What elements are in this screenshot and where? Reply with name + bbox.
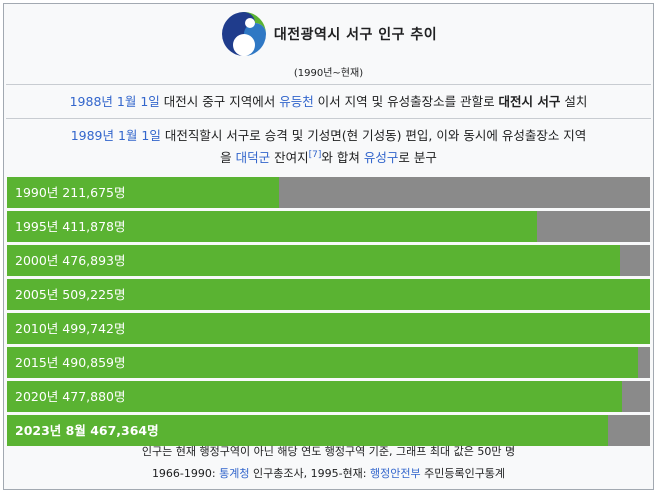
history-text: 설치	[560, 94, 588, 109]
link-daedeok-gun[interactable]: 대덕군	[236, 150, 271, 165]
history-text: 대전직할시 서구로 승격 및 기성면(현 기성동) 편입, 이와 동시에 유성출…	[160, 128, 587, 143]
link-statistics-korea[interactable]: 통계청	[219, 467, 249, 480]
bar-row: 2005년 509,225명	[7, 279, 650, 310]
page-title: 대전광역시 서구 인구 추이	[273, 27, 438, 43]
bar-label: 2010년 499,742명	[15, 321, 126, 336]
link-ministry-interior[interactable]: 행정안전부	[370, 467, 421, 480]
footnote-text: 인구총조사, 1995-현재:	[249, 467, 370, 480]
history-text: 와 합쳐	[321, 150, 364, 165]
divider	[6, 118, 651, 119]
bar-row: 2015년 490,859명	[7, 347, 650, 378]
title-row: 대전광역시 서구 인구 추이	[4, 4, 653, 64]
history-text: 을	[220, 150, 236, 165]
link-yudeungcheon[interactable]: 유등천	[279, 94, 314, 109]
history-text: 로 분구	[398, 150, 437, 165]
bar-label: 2015년 490,859명	[15, 355, 126, 370]
footnote-basis: 인구는 현재 행정구역이 아닌 해당 연도 행정구역 기준, 그래프 최대 값은…	[141, 445, 516, 458]
history-text: 잔여지	[270, 150, 309, 165]
history-text: 대전시 중구 지역에서	[159, 94, 280, 109]
divider	[6, 84, 651, 85]
footnote-text: 주민등록인구통계	[420, 467, 506, 480]
population-bar-chart: 1990년 211,675명 1995년 411,878명 2000년 476,…	[7, 177, 650, 449]
reference-link[interactable]: [7]	[309, 150, 322, 160]
history-item-1988: 1988년 1월 1일 대전시 중구 지역에서 유등천 이서 지역 및 유성출장…	[10, 91, 647, 113]
bar-row: 2020년 477,880명	[7, 381, 650, 412]
history-bold: 대전시 서구	[498, 94, 561, 109]
bar-label: 2020년 477,880명	[15, 389, 126, 404]
history-text: 이서 지역 및 유성출장소를 관할로	[313, 94, 499, 109]
footnote-text: 1966-1990:	[151, 467, 220, 480]
bar-label: 2000년 476,893명	[15, 253, 126, 268]
bar-row: 1995년 411,878명	[7, 211, 650, 242]
daejeon-seo-gu-logo-icon	[221, 12, 266, 56]
bar-label: 1990년 211,675명	[15, 185, 126, 200]
bar-label: 2005년 509,225명	[15, 287, 126, 302]
history-item-1989: 1989년 1월 1일 대전직할시 서구로 승격 및 기성면(현 기성동) 편입…	[10, 125, 647, 169]
date-link-1988[interactable]: 1988년 1월 1일	[70, 94, 160, 109]
date-link-1989[interactable]: 1989년 1월 1일	[71, 128, 161, 143]
link-yuseong-gu[interactable]: 유성구	[364, 150, 399, 165]
footnote-sources: 1966-1990: 통계청 인구총조사, 1995-현재: 행정안전부 주민등…	[4, 464, 653, 484]
period-subtitle: (1990년~현재)	[293, 68, 364, 79]
bar-row: 1990년 211,675명	[7, 177, 650, 208]
bar-row: 2010년 499,742명	[7, 313, 650, 344]
bar-row: 2000년 476,893명	[7, 245, 650, 276]
bar-label: 1995년 411,878명	[15, 219, 126, 234]
population-infobox: 대전광역시 서구 인구 추이 (1990년~현재) 1988년 1월 1일 대전…	[3, 3, 654, 490]
